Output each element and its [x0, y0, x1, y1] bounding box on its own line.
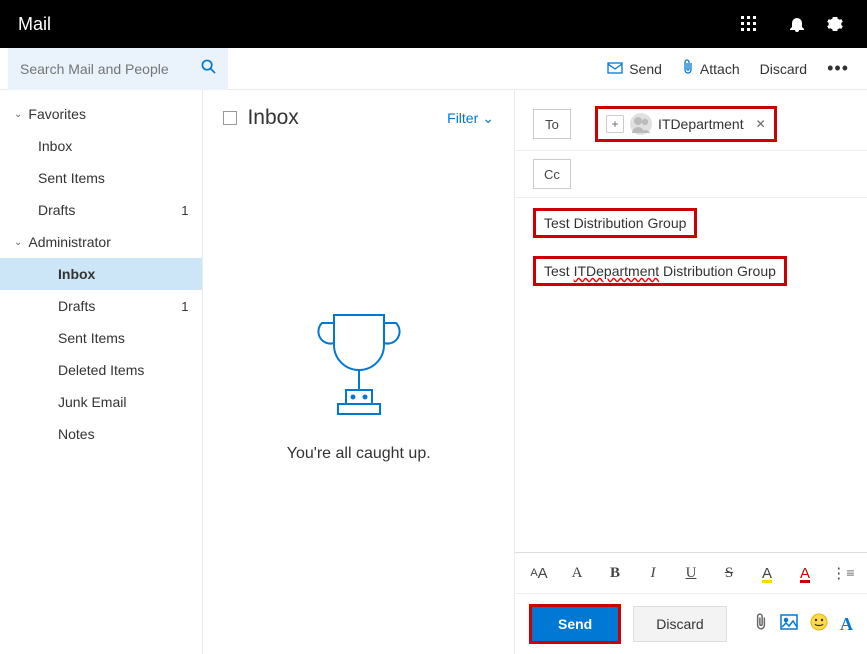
select-all-checkbox[interactable] [223, 111, 237, 125]
chevron-down-icon: ⌄ [482, 110, 494, 127]
sidebar-item-drafts-fav[interactable]: Drafts1 [0, 194, 202, 226]
body-editor[interactable]: Test ITDepartment Distribution Group [533, 256, 787, 286]
empty-text: You're all caught up. [287, 445, 431, 463]
chevron-down-icon: ⌄ [14, 237, 22, 248]
strike-button[interactable]: S [715, 559, 743, 587]
recipient-name: ITDepartment [658, 116, 744, 132]
app-title: Mail [18, 14, 51, 35]
font-color-button[interactable]: A [791, 559, 819, 587]
search-input[interactable] [20, 61, 201, 77]
cc-button[interactable]: Cc [533, 159, 571, 189]
sidebar-item-sent-fav[interactable]: Sent Items [0, 162, 202, 194]
sidebar-item-drafts[interactable]: Drafts1 [0, 290, 202, 322]
top-bar: Mail [0, 0, 867, 48]
empty-state: You're all caught up. [223, 130, 494, 638]
folder-sidebar: ⌄ Favorites Inbox Sent Items Drafts1 ⌄ A… [0, 90, 202, 654]
filter-dropdown[interactable]: Filter ⌄ [447, 110, 494, 127]
highlight-button[interactable]: A [753, 559, 781, 587]
compose-pane: To + ITDepartment ✕ Cc Test Distribution… [515, 90, 867, 654]
subject-row: Test Distribution Group [515, 198, 867, 238]
to-row: To + ITDepartment ✕ [515, 98, 867, 151]
list-button[interactable]: ⋮≡ [829, 559, 857, 587]
font-size-button[interactable]: AA [525, 559, 553, 587]
send-button[interactable]: Send [532, 607, 618, 641]
body-row: Test ITDepartment Distribution Group [515, 238, 867, 552]
send-icon [607, 61, 623, 77]
bold-button[interactable]: B [601, 559, 629, 587]
search-box[interactable] [8, 48, 228, 90]
notifications-icon[interactable] [773, 0, 821, 48]
text-options-icon[interactable]: A [840, 614, 853, 635]
cc-row: Cc [515, 151, 867, 198]
search-icon[interactable] [201, 59, 216, 78]
sidebar-item-inbox-fav[interactable]: Inbox [0, 130, 202, 162]
font-family-button[interactable]: A [563, 559, 591, 587]
attach-command[interactable]: Attach [672, 48, 750, 90]
app-launcher-icon[interactable] [725, 0, 773, 48]
favorites-section[interactable]: ⌄ Favorites [0, 98, 202, 130]
discard-label: Discard [760, 61, 807, 77]
sidebar-item-sent[interactable]: Sent Items [0, 322, 202, 354]
settings-icon[interactable] [821, 0, 849, 48]
list-header: Inbox Filter ⌄ [223, 106, 494, 130]
underline-button[interactable]: U [677, 559, 705, 587]
action-bar: Send Discard A [515, 593, 867, 654]
avatar-icon [630, 113, 652, 135]
sidebar-item-notes[interactable]: Notes [0, 418, 202, 450]
account-section[interactable]: ⌄ Administrator [0, 226, 202, 258]
remove-recipient-icon[interactable]: ✕ [756, 117, 766, 131]
insert-image-icon[interactable] [780, 614, 798, 635]
discard-command[interactable]: Discard [750, 48, 817, 90]
list-title: Inbox [247, 106, 447, 130]
attach-label: Attach [700, 61, 740, 77]
to-button[interactable]: To [533, 109, 571, 139]
command-bar: Send Attach Discard ••• [0, 48, 867, 90]
sidebar-item-deleted[interactable]: Deleted Items [0, 354, 202, 386]
emoji-icon[interactable] [810, 613, 828, 636]
trophy-icon [304, 305, 414, 425]
spellcheck-error: ITDepartment [574, 263, 660, 279]
recipient-chip[interactable]: + ITDepartment ✕ [595, 106, 777, 142]
send-command[interactable]: Send [597, 48, 672, 90]
add-recipient-icon[interactable]: + [606, 115, 624, 133]
discard-button[interactable]: Discard [633, 606, 726, 642]
sidebar-item-junk[interactable]: Junk Email [0, 386, 202, 418]
format-toolbar: AA A B I U S A A ⋮≡ [515, 552, 867, 593]
send-label: Send [629, 61, 662, 77]
chevron-down-icon: ⌄ [14, 109, 22, 120]
message-list-pane: Inbox Filter ⌄ You're all caught up. [202, 90, 515, 654]
more-commands[interactable]: ••• [817, 48, 859, 90]
sidebar-item-inbox[interactable]: Inbox [0, 258, 202, 290]
italic-button[interactable]: I [639, 559, 667, 587]
attach-icon[interactable] [754, 613, 768, 636]
main-body: ⌄ Favorites Inbox Sent Items Drafts1 ⌄ A… [0, 90, 867, 654]
subject-input[interactable]: Test Distribution Group [533, 208, 697, 238]
paperclip-icon [682, 59, 694, 78]
